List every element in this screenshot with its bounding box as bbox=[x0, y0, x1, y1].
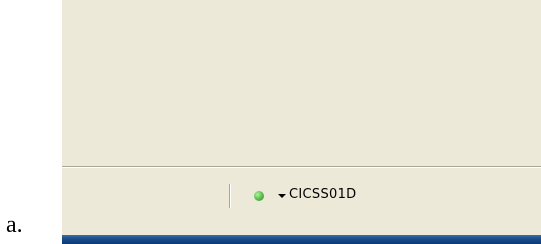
content-panel bbox=[62, 0, 541, 167]
connection-name-label[interactable]: CICSS01D bbox=[289, 185, 356, 205]
connection-status-light-icon bbox=[254, 191, 264, 201]
taskbar-strip bbox=[62, 235, 541, 244]
figure-caption: a. bbox=[6, 212, 23, 238]
application-window: CICSS01D bbox=[62, 0, 541, 244]
status-bar-separator bbox=[229, 184, 231, 208]
dropdown-arrow-icon[interactable] bbox=[278, 194, 286, 198]
status-bar: CICSS01D bbox=[62, 167, 541, 236]
